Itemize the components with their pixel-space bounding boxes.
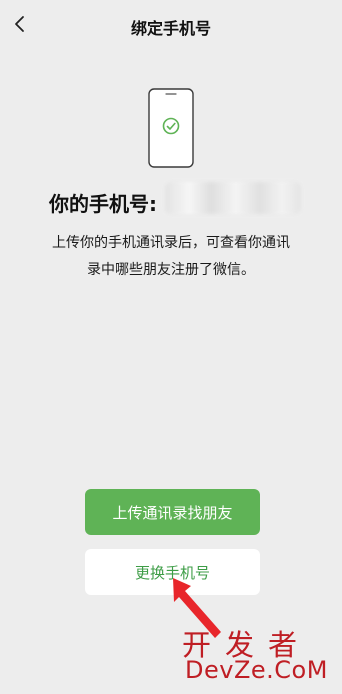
phone-verified-icon [148, 88, 194, 168]
upload-contacts-button[interactable]: 上传通讯录找朋友 [85, 489, 260, 535]
phone-number-row: 你的手机号: [0, 182, 342, 218]
phone-number-label: 你的手机号: [49, 192, 157, 216]
redacted-phone-number [165, 182, 301, 214]
bind-phone-page: 绑定手机号 你的手机号: 上传你的手机通讯录后，可查看你通讯 录中哪些朋友注册了… [0, 0, 342, 694]
watermark-logo: 开发者 DevZe.CoM [180, 620, 340, 690]
description-line-1: 上传你的手机通讯录后，可查看你通讯 [52, 235, 290, 251]
watermark-line-2: DevZe.CoM [185, 656, 328, 684]
top-bar: 绑定手机号 [0, 0, 342, 52]
page-title: 绑定手机号 [130, 19, 211, 38]
description-text: 上传你的手机通讯录后，可查看你通讯 录中哪些朋友注册了微信。 [30, 230, 312, 284]
description-line-2: 录中哪些朋友注册了微信。 [87, 262, 255, 278]
